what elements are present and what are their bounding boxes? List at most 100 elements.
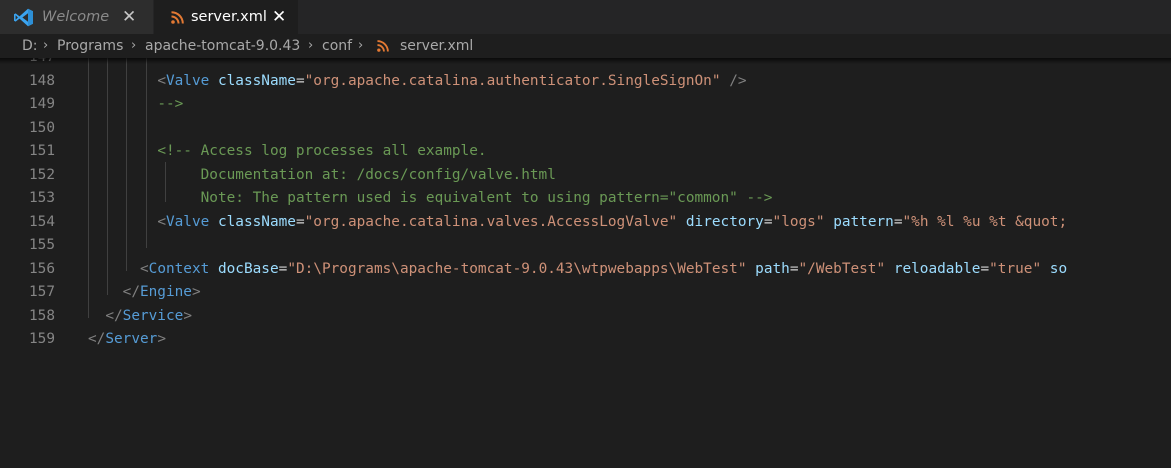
code-token: path bbox=[755, 260, 790, 277]
code-token: > bbox=[183, 307, 192, 324]
code-token: < bbox=[157, 72, 166, 89]
code-token: docBase bbox=[217, 260, 279, 277]
breadcrumb-item-tomcat[interactable]: apache-tomcat-9.0.43 bbox=[145, 34, 300, 58]
code-line[interactable]: 159 </Server> bbox=[0, 328, 1171, 352]
line-number: 154 bbox=[29, 213, 55, 230]
code-text: </Server> bbox=[88, 328, 166, 352]
code-line[interactable]: 158 </Service> bbox=[0, 305, 1171, 329]
editor-window: Welcome ✕ server.xml ✕ D: › Programs › a… bbox=[0, 0, 1171, 468]
code-line[interactable]: 152 Documentation at: /docs/config/valve… bbox=[0, 164, 1171, 188]
code-line[interactable]: 156 <Context docBase="D:\Programs\apache… bbox=[0, 258, 1171, 282]
line-number: 157 bbox=[29, 284, 55, 300]
code-token: < bbox=[157, 213, 166, 230]
code-token: <!-- Access log processes all example. bbox=[157, 143, 487, 159]
code-line[interactable]: 150 bbox=[0, 117, 1171, 141]
chevron-right-icon: › bbox=[308, 38, 314, 53]
code-token: "org.apache.catalina.valves.AccessLogVal… bbox=[304, 213, 678, 230]
code-text: <Valve className="org.apache.catalina.va… bbox=[88, 211, 1067, 235]
breadcrumb-item-conf[interactable]: conf bbox=[322, 34, 352, 58]
code-token: /> bbox=[729, 72, 747, 89]
close-icon[interactable]: ✕ bbox=[122, 0, 136, 34]
rss-xml-icon bbox=[171, 11, 184, 24]
code-line[interactable]: 155 bbox=[0, 234, 1171, 258]
code-token: className bbox=[217, 213, 296, 230]
line-number: 156 bbox=[29, 260, 55, 277]
code-token: = bbox=[893, 213, 903, 230]
code-token: </ bbox=[105, 307, 123, 324]
code-line[interactable]: 148 <Valve className="org.apache.catalin… bbox=[0, 70, 1171, 94]
code-token: "logs" bbox=[772, 213, 825, 230]
code-token: > bbox=[191, 284, 201, 300]
code-token: pattern bbox=[833, 213, 894, 230]
vscode-logo-icon bbox=[14, 8, 33, 27]
line-number: 149 bbox=[29, 96, 55, 112]
line-number: 152 bbox=[29, 166, 55, 183]
code-token: --> bbox=[157, 96, 184, 112]
line-number: 158 bbox=[29, 307, 55, 324]
line-number: 148 bbox=[29, 72, 55, 89]
code-line[interactable]: 153 Note: The pattern used is equivalent… bbox=[0, 187, 1171, 211]
code-token: Service bbox=[122, 307, 184, 324]
code-line[interactable]: 149 --> bbox=[0, 93, 1171, 117]
chevron-right-icon: › bbox=[131, 38, 137, 53]
code-token: = bbox=[980, 260, 990, 277]
code-token: > bbox=[157, 331, 166, 347]
code-editor[interactable]: 147148 <Valve className="org.apache.cata… bbox=[0, 58, 1171, 468]
code-token: </ bbox=[122, 284, 140, 300]
code-token: Server bbox=[105, 331, 158, 347]
code-text: </Service> bbox=[88, 305, 192, 329]
code-token: reloadable bbox=[893, 260, 981, 277]
code-token: < bbox=[139, 260, 149, 277]
code-token: = bbox=[295, 213, 305, 230]
rss-xml-icon bbox=[377, 40, 389, 52]
tab-server-xml-label: server.xml bbox=[191, 9, 267, 25]
code-token: Documentation at: /docs/config/valve.htm… bbox=[200, 166, 556, 183]
scroll-shadow bbox=[0, 58, 1171, 64]
tab-bar: Welcome ✕ server.xml ✕ bbox=[0, 0, 1171, 34]
tab-server-xml[interactable]: server.xml ✕ bbox=[154, 0, 299, 34]
line-number: 159 bbox=[29, 331, 55, 347]
tab-welcome[interactable]: Welcome ✕ bbox=[0, 0, 154, 34]
code-text: <!-- Access log processes all example. bbox=[88, 140, 487, 164]
code-line[interactable]: 151 <!-- Access log processes all exampl… bbox=[0, 140, 1171, 164]
chevron-right-icon: › bbox=[358, 38, 364, 53]
code-line[interactable]: 154 <Valve className="org.apache.catalin… bbox=[0, 211, 1171, 235]
breadcrumb-item-programs[interactable]: Programs bbox=[57, 34, 123, 58]
chevron-right-icon: › bbox=[43, 38, 49, 53]
code-line[interactable]: 157 </Engine> bbox=[0, 281, 1171, 305]
breadcrumb: D: › Programs › apache-tomcat-9.0.43 › c… bbox=[0, 34, 1171, 58]
code-token: = bbox=[295, 72, 305, 89]
breadcrumb-item-server-xml[interactable]: server.xml bbox=[400, 34, 473, 58]
code-text: --> bbox=[88, 93, 183, 117]
line-number: 155 bbox=[29, 237, 55, 253]
code-token: "D:\Programs\apache-tomcat-9.0.43\wtpweb… bbox=[287, 260, 747, 277]
code-text: Note: The pattern used is equivalent to … bbox=[88, 187, 773, 211]
code-token: Valve bbox=[165, 213, 210, 230]
tab-welcome-label: Welcome bbox=[42, 9, 110, 25]
line-number: 153 bbox=[29, 190, 55, 206]
code-token: = bbox=[789, 260, 799, 277]
close-icon[interactable]: ✕ bbox=[272, 0, 286, 34]
code-text: <Context docBase="D:\Programs\apache-tom… bbox=[88, 258, 1067, 282]
code-token: "true" bbox=[989, 260, 1042, 277]
breadcrumb-item-drive[interactable]: D: bbox=[22, 34, 38, 58]
line-number: 150 bbox=[29, 119, 55, 136]
code-token: "/WebTest" bbox=[798, 260, 886, 277]
code-token: = bbox=[278, 260, 288, 277]
code-token: Valve bbox=[165, 72, 210, 89]
code-token: directory bbox=[685, 213, 764, 230]
code-token: </ bbox=[88, 331, 106, 347]
